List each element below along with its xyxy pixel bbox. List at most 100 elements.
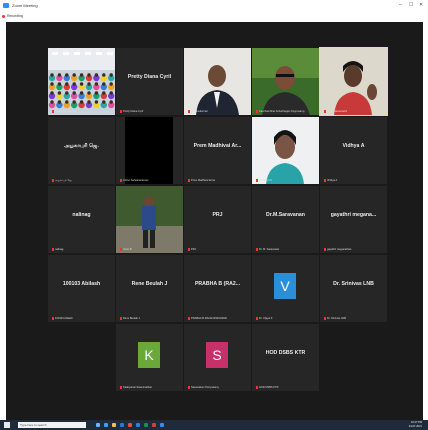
participant-tile[interactable]: V Dr. Vijaya K [252, 255, 319, 322]
participant-caption-text: Umarani M [259, 179, 272, 182]
participant-caption: PRJ [188, 248, 196, 251]
participant-tile[interactable]: அழகாபுரி ஜெ. அழகாபுரி ஜெ. [48, 117, 115, 184]
participant-tile[interactable]: Dr.M.Saravanan Dr. M. Saravanan [252, 186, 319, 253]
participant-caption: Pretty Diana Cyril [120, 110, 143, 113]
participant-video [184, 48, 251, 115]
participant-caption: HOD DSBS KTR [256, 386, 278, 389]
participant-name: HOD DSBS KTR [265, 350, 306, 356]
minimize-button[interactable]: – [399, 2, 402, 8]
muted-mic-icon [188, 386, 190, 389]
file-explorer-icon[interactable] [112, 423, 116, 427]
participant-caption: Sasanakum Periyasamy [188, 386, 219, 389]
participant-caption-text: PRABHA B RA2113032010002 [191, 317, 227, 320]
participant-tile[interactable]: 100103 Abilash 100103 Abilash [48, 255, 115, 322]
meeting-menubar: Recording [0, 12, 428, 21]
muted-mic-icon [52, 248, 54, 251]
participant-tile[interactable]: PRABHA B (RA2... PRABHA B RA2113032010002 [184, 255, 251, 322]
excel-icon[interactable] [144, 423, 148, 427]
maximize-button[interactable]: ☐ [409, 2, 413, 8]
participant-video [320, 48, 387, 115]
participant-caption-text: Kanchambhar Anbazhagan Kuppusamy [259, 110, 305, 113]
start-icon[interactable] [4, 422, 10, 428]
participant-caption: gayathri meganathan [324, 248, 351, 251]
participant-tile[interactable]: PRJ PRJ [184, 186, 251, 253]
zoom-logo-icon [3, 3, 9, 8]
recording-label[interactable]: Recording [7, 14, 23, 18]
participant-caption: Kalaiyarasi Swaminathan [120, 386, 152, 389]
participant-caption-text: Rene Beulah J [123, 317, 141, 320]
chrome-icon[interactable] [128, 423, 132, 427]
participant-name: PRABHA B (RA2... [194, 281, 241, 287]
muted-mic-icon [256, 317, 258, 320]
participant-tile[interactable]: Prem Madhivai Ar... Prem Madhivai Anna [184, 117, 251, 184]
participant-caption-text: nalinag [55, 248, 64, 251]
muted-mic-icon [256, 248, 258, 251]
participant-tile[interactable]: Pretty Diana Cyril Pretty Diana Cyril [116, 48, 183, 115]
participant-caption-text: Kalaiyarasi Swaminathan [123, 386, 153, 389]
window-titlebar: Zoom Meeting – ☐ ✕ [0, 0, 428, 12]
participant-caption: nalinag [52, 248, 63, 251]
powerpoint-icon[interactable] [152, 423, 156, 427]
participant-tile[interactable]: Rene Beulah J Rene Beulah J [116, 255, 183, 322]
participant-caption-text: Jenin B [123, 248, 132, 251]
muted-mic-icon [188, 110, 190, 113]
participant-caption: Umarani M [256, 179, 272, 182]
word-icon[interactable] [136, 423, 140, 427]
clock-date: 24-07-2021 [408, 424, 422, 428]
participant-caption-text: Dr. Srinivas LNB [327, 317, 347, 320]
participant-caption-text: Dr. S. Saraswathi [327, 110, 348, 113]
participant-caption-text: Aniket Sivashankar [55, 110, 78, 113]
edge-icon[interactable] [104, 423, 108, 427]
muted-mic-icon [324, 179, 326, 182]
participant-name: Dr. Srinivas LNB [333, 281, 374, 287]
participant-tile[interactable]: Kanchambhar Anbazhagan Kuppusamy [252, 48, 319, 115]
participant-name: Pretty Diana Cyril [127, 74, 172, 80]
participant-tile[interactable]: gayathri megana... gayathri meganathan [320, 186, 387, 253]
taskbar-search-input[interactable]: Type here to search [18, 422, 86, 428]
taskbar-clock[interactable]: 10:27 PM 24-07-2021 [409, 421, 422, 428]
task-view-icon[interactable] [96, 423, 100, 427]
participant-video [252, 117, 319, 184]
muted-mic-icon [120, 179, 122, 182]
participant-tile[interactable]: nalinag nalinag [48, 186, 115, 253]
participant-caption: 100103 Abilash [52, 317, 73, 320]
participant-video [48, 48, 115, 115]
participant-tile[interactable]: Jenin B [116, 186, 183, 253]
participant-avatar-letter: K [138, 342, 160, 368]
participant-tile[interactable]: Umarani M [252, 117, 319, 184]
windows-taskbar: Type here to search 10:27 PM 24-07-2021 [0, 420, 428, 430]
participant-caption-text: Pretty Diana Cyril [123, 110, 144, 113]
participant-tile[interactable]: Dr. Srinivas LNB Dr. Srinivas LNB [320, 255, 387, 322]
zoom-taskbar-icon[interactable] [160, 423, 164, 427]
muted-mic-icon [52, 110, 54, 113]
participant-tile[interactable]: S Sasanakum Periyasamy [184, 324, 251, 391]
muted-mic-icon [120, 317, 122, 320]
participant-caption: Dr. S. Saraswathi [324, 110, 347, 113]
participant-tile[interactable]: HOD DSBS KTR HOD DSBS KTR [252, 324, 319, 391]
muted-mic-icon [188, 317, 190, 320]
participant-name: gayathri megana... [330, 212, 377, 218]
participant-video [252, 48, 319, 115]
muted-mic-icon [256, 110, 258, 113]
recording-dot-icon [2, 15, 5, 18]
participant-video-off [125, 117, 173, 184]
store-icon[interactable] [120, 423, 124, 427]
gallery-view: Aniket Sivashankar Pretty Diana Cyril Pret… [6, 22, 423, 420]
participant-caption-text: Prem Madhivai Anna [191, 179, 215, 182]
close-button[interactable]: ✕ [419, 2, 423, 8]
participant-tile[interactable]: Dr. S. Saraswathi [319, 47, 388, 116]
muted-mic-icon [52, 317, 54, 320]
muted-mic-icon [324, 248, 326, 251]
participant-name: அழகாபுரி ஜெ. [64, 143, 99, 149]
participant-caption-text: Sasanakum Periyasamy [191, 386, 219, 389]
participant-name: Prem Madhivai Ar... [193, 143, 242, 149]
participant-tile[interactable]: K Kalaiyarasi Swaminathan [116, 324, 183, 391]
participant-tile[interactable]: Vidhya A Vidhya A [320, 117, 387, 184]
participant-tile[interactable]: Aniket Sivashankar [48, 48, 115, 115]
participant-tile[interactable]: Arthur Sahasranaman [116, 117, 183, 184]
participant-caption-text: gayathri meganathan [327, 248, 352, 251]
participant-caption-text: Dr. Vijaya K [259, 317, 273, 320]
muted-mic-icon [324, 110, 326, 113]
participant-tile[interactable]: Mr. Ravikumar [184, 48, 251, 115]
participant-caption: Kanchambhar Anbazhagan Kuppusamy [256, 110, 305, 113]
